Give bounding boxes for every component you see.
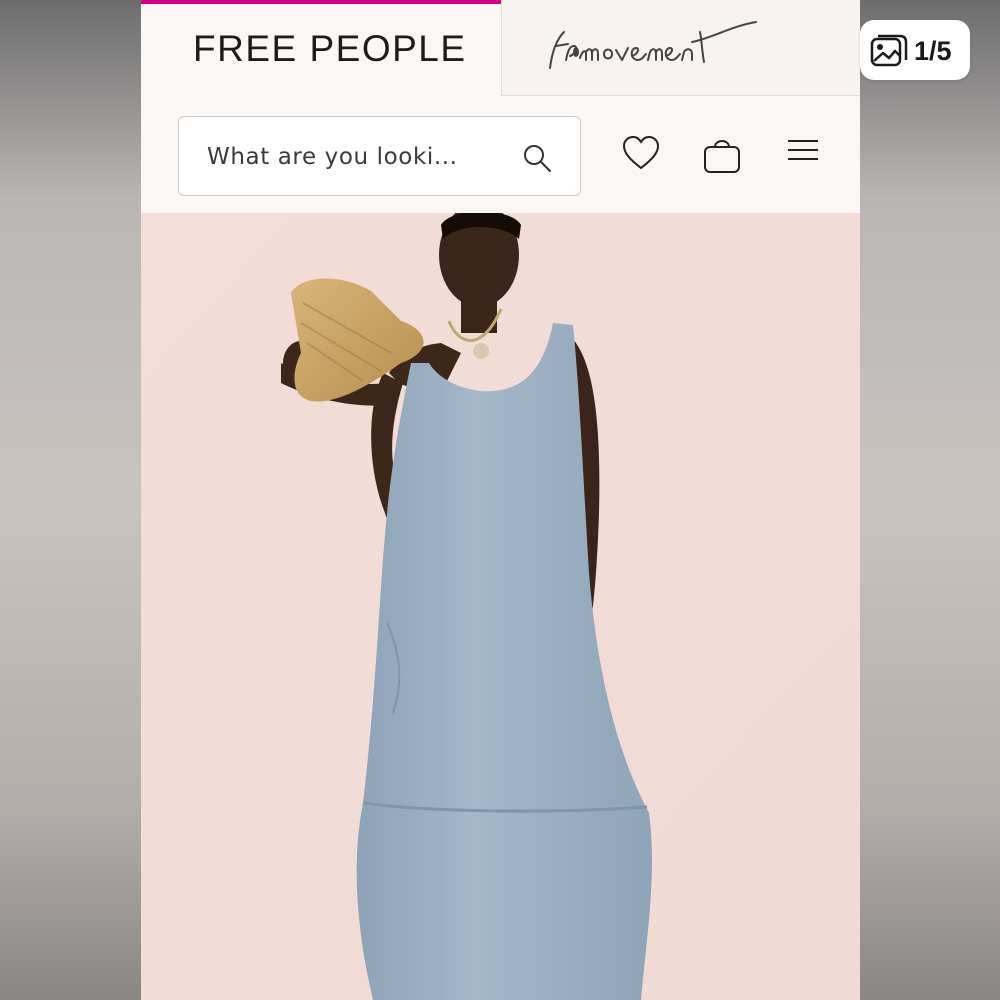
bag-icon[interactable] (703, 135, 741, 175)
product-photo[interactable] (141, 213, 860, 1000)
heart-icon[interactable] (622, 135, 660, 171)
site-header: FREE PEOPLE What are you looki... (141, 0, 860, 213)
blurred-background-right (860, 0, 1000, 1000)
blurred-background-left (0, 0, 141, 1000)
brand-tabs: FREE PEOPLE (141, 0, 860, 96)
free-people-logo: FREE PEOPLE (193, 28, 467, 69)
fp-movement-logo (549, 21, 757, 69)
search-placeholder: What are you looki... (207, 144, 458, 170)
tab-free-people[interactable]: FREE PEOPLE (141, 0, 501, 96)
tab-fp-movement[interactable] (501, 0, 860, 96)
gallery-counter: 1/5 (860, 20, 970, 80)
menu-icon[interactable] (786, 135, 820, 165)
gallery-counter-text: 1/5 (914, 36, 952, 66)
search-icon[interactable] (522, 143, 552, 173)
screenshot-frame: FREE PEOPLE What are you looki... (141, 0, 860, 1000)
image-gallery-icon (870, 34, 908, 67)
search-input[interactable]: What are you looki... (178, 116, 581, 196)
